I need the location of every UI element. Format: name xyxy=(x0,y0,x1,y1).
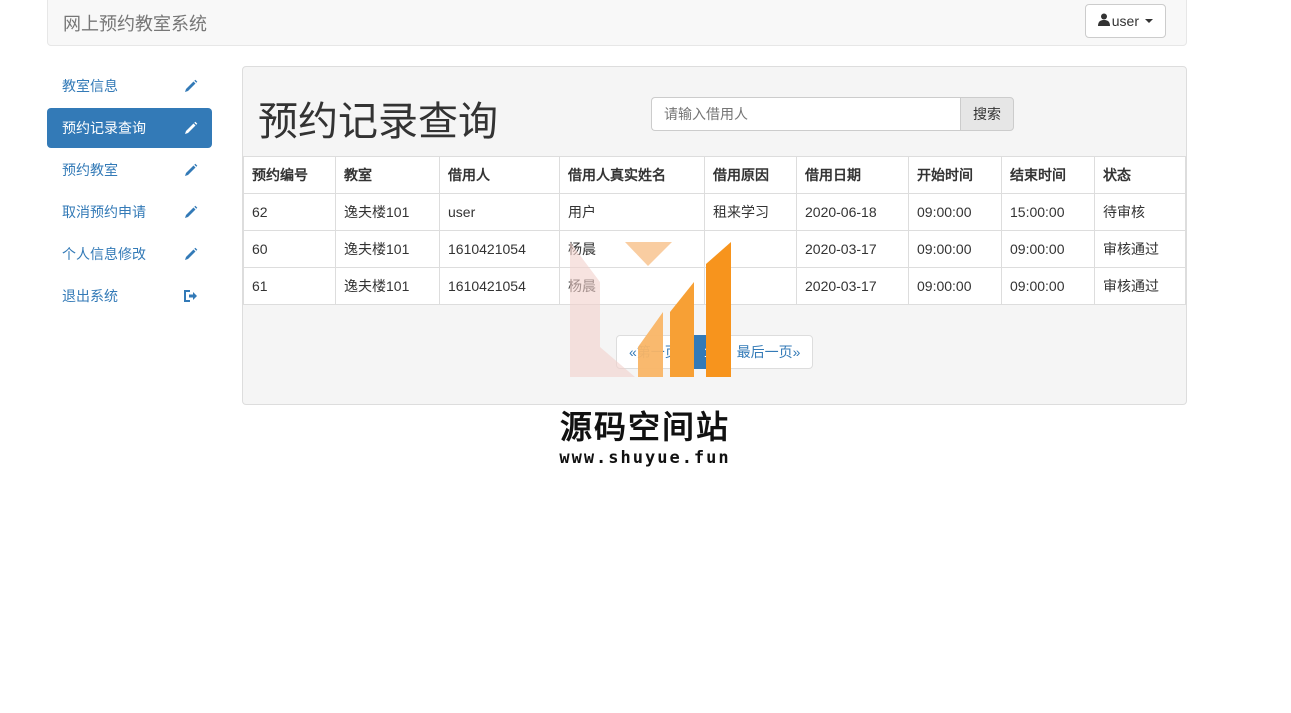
column-header: 借用人 xyxy=(439,156,560,194)
sidebar-item-label: 教室信息 xyxy=(62,78,118,94)
user-icon xyxy=(1097,13,1110,29)
table-cell: 61 xyxy=(243,267,336,305)
search-input[interactable] xyxy=(651,97,960,131)
table-cell: 审核通过 xyxy=(1094,230,1186,268)
table-cell: 09:00:00 xyxy=(908,267,1002,305)
app-brand[interactable]: 网上预约教室系统 xyxy=(63,10,207,36)
column-header: 状态 xyxy=(1094,156,1186,194)
table-cell: 2020-03-17 xyxy=(796,230,909,268)
sidebar-item-classroom-info[interactable]: 教室信息 xyxy=(47,66,212,106)
watermark-url: www.shuyue.fun xyxy=(559,448,731,468)
page-title: 预约记录查询 xyxy=(258,100,498,144)
pencil-icon xyxy=(182,78,198,94)
table-cell: 15:00:00 xyxy=(1001,193,1095,231)
table-cell: 逸夫楼101 xyxy=(335,193,440,231)
watermark-logo xyxy=(570,242,731,377)
table-cell: 2020-06-18 xyxy=(796,193,909,231)
table-cell: 用户 xyxy=(559,193,705,231)
table-cell: 逸夫楼101 xyxy=(335,230,440,268)
column-header: 教室 xyxy=(335,156,440,194)
column-header: 借用人真实姓名 xyxy=(559,156,705,194)
table-cell: user xyxy=(439,193,560,231)
sidebar-item-logout[interactable]: 退出系统 xyxy=(47,276,212,316)
table-cell: 60 xyxy=(243,230,336,268)
watermark: 源码空间站 www.shuyue.fun xyxy=(555,242,740,472)
table-cell: 待审核 xyxy=(1094,193,1186,231)
watermark-title: 源码空间站 xyxy=(559,408,730,446)
table-header-row: 预约编号 教室 借用人 借用人真实姓名 借用原因 借用日期 开始时间 结束时间 … xyxy=(243,156,1186,194)
table-cell: 逸夫楼101 xyxy=(335,267,440,305)
pencil-icon xyxy=(182,120,198,136)
table-cell: 09:00:00 xyxy=(1001,230,1095,268)
sidebar-item-cancel-reservation[interactable]: 取消预约申请 xyxy=(47,192,212,232)
table-cell: 1610421054 xyxy=(439,230,560,268)
column-header: 开始时间 xyxy=(908,156,1002,194)
sidebar-item-reservation-records[interactable]: 预约记录查询 xyxy=(47,108,212,148)
column-header: 预约编号 xyxy=(243,156,336,194)
sidebar-item-label: 预约教室 xyxy=(62,162,118,178)
table-cell: 审核通过 xyxy=(1094,267,1186,305)
sidebar-item-label: 个人信息修改 xyxy=(62,246,146,262)
sidebar-item-label: 取消预约申请 xyxy=(62,204,146,220)
table-cell: 09:00:00 xyxy=(908,230,1002,268)
sidebar-item-reserve-classroom[interactable]: 预约教室 xyxy=(47,150,212,190)
search-bar: 搜索 xyxy=(651,97,1014,131)
logout-icon xyxy=(182,288,198,304)
pencil-icon xyxy=(182,204,198,220)
top-navbar: 网上预约教室系统 user xyxy=(47,0,1187,46)
table-cell: 09:00:00 xyxy=(1001,267,1095,305)
pencil-icon xyxy=(182,162,198,178)
table-cell: 租来学习 xyxy=(704,193,797,231)
table-cell: 09:00:00 xyxy=(908,193,1002,231)
sidebar-item-label: 预约记录查询 xyxy=(62,120,146,136)
column-header: 结束时间 xyxy=(1001,156,1095,194)
sidebar-item-profile-edit[interactable]: 个人信息修改 xyxy=(47,234,212,274)
search-button[interactable]: 搜索 xyxy=(960,97,1014,131)
user-menu-label: user xyxy=(1111,13,1139,29)
table-cell: 62 xyxy=(243,193,336,231)
table-cell: 1610421054 xyxy=(439,267,560,305)
chevron-down-icon xyxy=(1145,19,1153,23)
table-row: 62 逸夫楼101 user 用户 租来学习 2020-06-18 09:00:… xyxy=(243,193,1186,231)
sidebar-item-label: 退出系统 xyxy=(62,288,118,304)
user-menu-button[interactable]: user xyxy=(1084,4,1166,38)
table-cell: 2020-03-17 xyxy=(796,267,909,305)
column-header: 借用原因 xyxy=(704,156,797,194)
column-header: 借用日期 xyxy=(796,156,909,194)
pencil-icon xyxy=(182,246,198,262)
sidebar: 教室信息 预约记录查询 预约教室 取消预约申请 个人信息修改 退出系统 xyxy=(47,66,212,318)
